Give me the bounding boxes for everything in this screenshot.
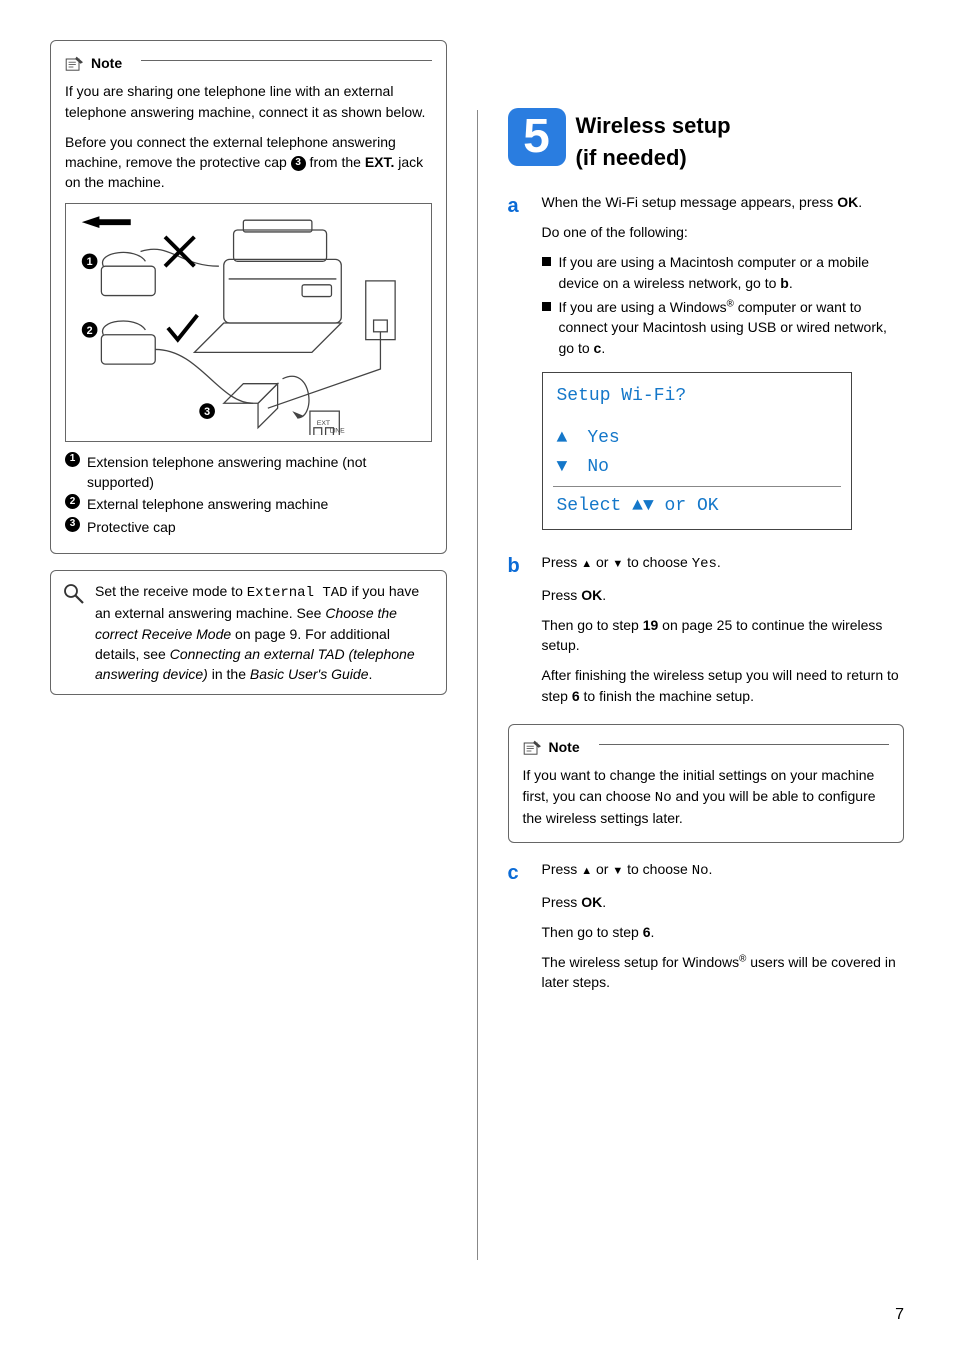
section-number: 5 [508, 108, 566, 166]
svg-text:1: 1 [87, 256, 93, 268]
note-icon [65, 55, 85, 71]
step-a-p1: When the Wi-Fi setup message appears, pr… [542, 192, 905, 212]
step-b-p1: Press ▲ or ▼ to choose Yes. [542, 552, 905, 574]
column-divider [477, 110, 478, 1260]
svg-text:LINE: LINE [330, 427, 346, 434]
columns: Note If you are sharing one telephone li… [50, 40, 904, 1260]
square-bullet-icon [542, 257, 551, 266]
step-letter-c: c [508, 859, 542, 1002]
magnifier-icon [63, 583, 85, 605]
down-triangle-icon: ▼ [557, 454, 568, 480]
note-title: Note [91, 53, 130, 73]
step-b-p4: After finishing the wireless setup you w… [542, 665, 905, 706]
step-c-p1: Press ▲ or ▼ to choose No. [542, 859, 905, 881]
note-p2: Before you connect the external telephon… [65, 132, 432, 193]
illustration: 1 2 [65, 203, 432, 442]
lcd-line1: Setup Wi-Fi? [557, 383, 837, 409]
lcd-separator [553, 486, 841, 487]
section-title: Wireless setup (if needed) [576, 110, 731, 174]
legend-3-text: Protective cap [87, 517, 176, 537]
note-rule [141, 60, 432, 61]
note-header: Note [65, 53, 432, 73]
note-title: Note [549, 737, 588, 757]
legend-3: 3 Protective cap [65, 517, 432, 537]
up-triangle-icon: ▲ [581, 558, 592, 570]
up-triangle-icon: ▲ [632, 496, 643, 516]
right-column: 5 Wireless setup (if needed) a When the … [508, 40, 905, 1260]
note-header: Note [523, 737, 890, 757]
step-b-p3: Then go to step 19 on page 25 to continu… [542, 615, 905, 656]
legend-1-text: Extension telephone answering machine (n… [87, 452, 432, 493]
step-b-body: Press ▲ or ▼ to choose Yes. Press OK. Th… [542, 552, 905, 716]
down-triangle-icon: ▼ [643, 496, 654, 516]
tip-text: Set the receive mode to External TAD if … [95, 581, 434, 684]
step-b-p2: Press OK. [542, 585, 905, 605]
left-column: Note If you are sharing one telephone li… [50, 40, 447, 1260]
circled-3-inline: 3 [291, 156, 306, 171]
page: Note If you are sharing one telephone li… [0, 0, 954, 1350]
note-icon [523, 739, 543, 755]
note-rule [599, 744, 890, 745]
down-triangle-icon: ▼ [612, 865, 623, 877]
lcd-option-yes: ▲ Yes [557, 425, 837, 451]
legend-2-text: External telephone answering machine [87, 494, 328, 514]
lcd-display: Setup Wi-Fi? ▲ Yes ▼ No Select ▲▼ or OK [542, 372, 852, 530]
step-a-body: When the Wi-Fi setup message appears, pr… [542, 192, 905, 544]
up-triangle-icon: ▲ [581, 865, 592, 877]
tip-box: Set the receive mode to External TAD if … [50, 570, 447, 695]
note-right-body: If you want to change the initial settin… [523, 765, 890, 828]
circled-2: 2 [65, 494, 80, 509]
step-c-body: Press ▲ or ▼ to choose No. Press OK. The… [542, 859, 905, 1002]
note-box-right: Note If you want to change the initial s… [508, 724, 905, 843]
section-header: 5 Wireless setup (if needed) [508, 108, 905, 174]
down-triangle-icon: ▼ [612, 558, 623, 570]
step-letter-a: a [508, 192, 542, 544]
svg-text:3: 3 [204, 406, 210, 418]
step-letter-b: b [508, 552, 542, 716]
step-c-p3: Then go to step 6. [542, 922, 905, 942]
step-c-p4: The wireless setup for Windows® users wi… [542, 952, 905, 993]
step-a-bullet-2: If you are using a Windows® computer or … [542, 297, 905, 358]
legend-1: 1 Extension telephone answering machine … [65, 452, 432, 493]
step-c-p2: Press OK. [542, 892, 905, 912]
circled-1: 1 [65, 452, 80, 467]
note-p1: If you are sharing one telephone line wi… [65, 81, 432, 122]
note-box-left: Note If you are sharing one telephone li… [50, 40, 447, 554]
lcd-option-no: ▼ No [557, 454, 837, 480]
step-a: a When the Wi-Fi setup message appears, … [508, 192, 905, 544]
step-a-bullet-1: If you are using a Macintosh computer or… [542, 252, 905, 293]
lcd-footer: Select ▲▼ or OK [557, 493, 837, 519]
up-triangle-icon: ▲ [557, 425, 568, 451]
svg-text:EXT: EXT [317, 420, 331, 427]
square-bullet-icon [542, 302, 551, 311]
step-c: c Press ▲ or ▼ to choose No. Press OK. T… [508, 859, 905, 1002]
step-b: b Press ▲ or ▼ to choose Yes. Press OK. … [508, 552, 905, 716]
step-a-p2: Do one of the following: [542, 222, 905, 242]
legend-2: 2 External telephone answering machine [65, 494, 432, 514]
svg-text:2: 2 [87, 325, 93, 337]
page-number: 7 [895, 1303, 904, 1326]
illustration-svg: 1 2 [72, 210, 425, 435]
circled-3: 3 [65, 517, 80, 532]
